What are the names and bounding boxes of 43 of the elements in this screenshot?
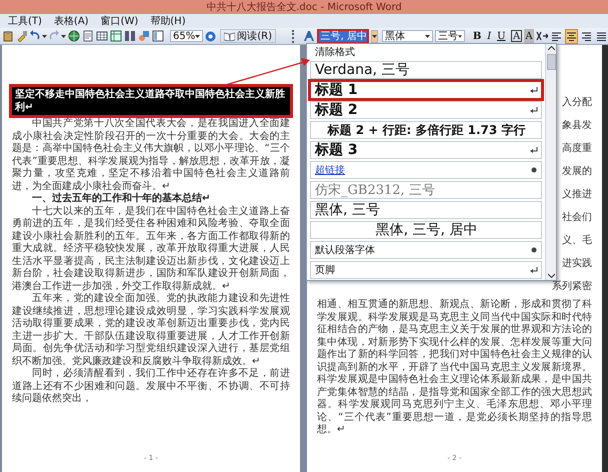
menu-item[interactable]: 帮助(H) [150, 14, 186, 28]
menu-item[interactable]: 窗口(W) [100, 14, 138, 28]
window-title: 中共十八大报告全文.doc - Microsoft Word [206, 0, 402, 14]
size-dropdown[interactable]: 三号 [435, 30, 466, 42]
paragraph: 中国共产党第十八次全国代表大会，是在我国进入全面建成小康社会决定性阶段召开的一次十分重要的大会。大会的主题是：高举中国特色社会主义伟大旗帜，以邓小平理论、“三个代表”重要思想、科学发展观为指导，解放思想，改革开放，凝聚力量，攻坚克难，坚定不移沿着中国特色社会主义道路前进，为全面建成小康社会而奋斗。↵ [12, 118, 290, 192]
paragraph: 相通、相互贯通的新思想、新观点、新论断，形成和贯彻了科学发展观。科学发展观是马克思主义同当代中国实际和时代特征相结合的产物，是马克思主义关于发展的世界观和方法论的集中体现，对新形势下实现什么样的发展、怎样发展等重大问题作出了新的科学回答，把我们对中国特色社会主义规律的认识提高到新的水平，开辟了当代中国马克思主义发展新境界。科学发展观是中国特色社会主义理论体系最新成果，是中国共产党集体智慧的结晶，是指导党和国家全部工作的强大思想武器。科学发展观同马克思列宁主义、毛泽东思想、邓小平理论、“三个代表”重要思想一道，是党必须长期坚持的指导思想。↵ [317, 299, 592, 436]
paragraph: 一、过去五年的工作和十年的基本总结↵ [31, 193, 212, 206]
paragraph: 五年来，党的建设全面加强。党的执政能力建设和先进性建设继续推进，思想理论建设成效明显，学习实践科学发展观活动取得重要成果，党的建设改革创新迈出重要步伐，党内民主进一步扩大。干部队伍建设取得重要进展，人才工作开创新局面。创先争优活动和学习型党组织建设深入进行，基层党组织不断加强。党风廉政建设和反腐败斗争取得新成效。↵ [12, 293, 290, 368]
style-list-item[interactable]: 黑体, 三号, 居中 [310, 221, 542, 239]
style-list-item[interactable]: Verdana, 三号 [310, 61, 542, 79]
text-line: 系列紧密 [552, 281, 592, 293]
text-line: 高度重 [562, 143, 592, 155]
style-field[interactable]: 三号, 居中 [316, 28, 369, 44]
menu-item[interactable]: 工具(T) [8, 14, 42, 28]
text-line: 社会们 [562, 212, 592, 224]
underline-button[interactable]: U [496, 29, 506, 43]
style-list-item[interactable]: 标题 3 [310, 141, 542, 159]
style-list-item[interactable]: 页脚 [310, 261, 542, 279]
text-line: 象县发 [562, 120, 592, 132]
style-list-item[interactable]: 标题 2 [310, 101, 542, 119]
menu-item[interactable]: 表格(A) [54, 14, 89, 28]
zoom-dropdown[interactable]: 65% [170, 30, 204, 42]
style-list-item[interactable]: 清除格式 [310, 45, 542, 59]
text-line: 义、毛 [562, 235, 592, 247]
text-line: 入分配 [562, 97, 592, 109]
text-line: 发展的 [562, 166, 592, 178]
style-list-item[interactable]: 超链接 [310, 161, 542, 179]
character-shading-button[interactable]: A [524, 29, 534, 43]
style-list-item[interactable]: 标题 1 [310, 81, 542, 99]
italic-button[interactable]: I [484, 29, 494, 43]
style-list-item[interactable]: 默认段落字体 [310, 241, 542, 259]
character-border-button[interactable]: A [511, 30, 522, 42]
style-list-item[interactable]: 标题 2 + 行距: 多倍行距 1.73 字行 [310, 121, 542, 139]
style-list-item[interactable]: 黑体, 三号 [310, 201, 542, 219]
paragraph: 十七大以来的五年，是我们在中国特色社会主义道路上奋勇前进的五年，是我们经受住各种困难和风险考验、夺取全面建设小康社会新胜利的五年。五年来，各方面工作都取得新的重大成就。经济平稳较快发展，改革开放取得重大进展，人民生活水平显著提高，民主法制建设迈出新步伐，文化建设迈上新台阶，社会建设取得新进步，国防和军队建设开创新局面，港澳台工作进一步加强，外交工作取得新成就。↵ [12, 206, 290, 292]
heading-text: 坚定不移走中国特色社会主义道路夺取中国特色社会主义新胜利↵ [12, 87, 290, 115]
paragraph: 同时，必须清醒看到，我们工作中还存在许多不足，前进道路上还有不少困难和问题。发展中不平衡、不协调、不可持续问题依然突出， [12, 368, 290, 406]
read-button[interactable]: 阅读(R) [220, 29, 276, 43]
bold-button[interactable]: B [472, 29, 482, 43]
style-list-item[interactable]: 仿宋_GB2312, 三号 [310, 181, 542, 199]
text-line: 进实践 [562, 258, 592, 270]
font-dropdown[interactable]: 黑体 [382, 30, 434, 42]
text-line: 义推进 [562, 189, 592, 201]
